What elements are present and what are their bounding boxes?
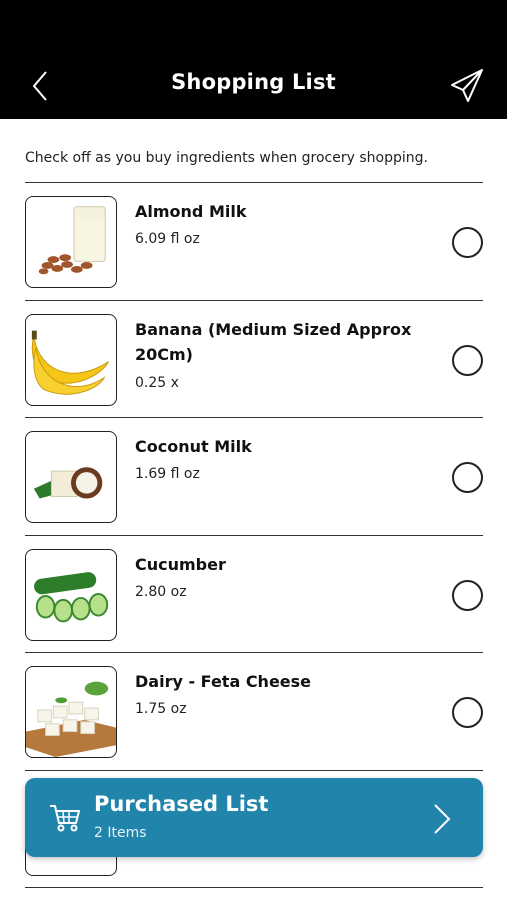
purchased-item-count: 2 Items [94,825,147,841]
item-name: Dairy - Feta Cheese [135,672,312,691]
list-item: Almond Milk 6.09 fl oz [25,182,483,300]
item-quantity: 1.69 fl oz [135,466,200,482]
item-name: Almond Milk [135,202,247,221]
purchased-list-button[interactable]: Purchased List 2 Items [25,778,483,857]
item-checkbox[interactable] [452,227,483,258]
page-title: Shopping List [171,70,336,94]
paper-plane-icon [451,69,483,102]
coconut-milk-image [25,431,117,523]
cucumber-image [25,548,117,641]
item-quantity: 0.25 x [135,374,179,391]
item-name: Coconut Milk [135,437,252,456]
shopping-cart-icon [50,805,80,832]
list-item: Cucumber 2.80 oz [25,534,483,653]
list-item: Banana (Medium Sized Approx 20Cm) 0.25 x [25,299,483,418]
list-item: Dairy - Feta Cheese 1.75 oz [25,652,483,770]
list-item: Coconut Milk 1.69 fl oz [25,417,483,535]
item-checkbox[interactable] [452,344,483,376]
list-divider [25,887,483,888]
purchased-list-title: Purchased List [94,792,269,816]
share-button[interactable] [448,66,488,106]
item-checkbox[interactable] [452,697,483,728]
item-checkbox[interactable] [452,579,483,611]
item-name: Cucumber [135,554,226,574]
item-quantity: 6.09 fl oz [135,231,200,247]
instructions-text: Check off as you buy ingredients when gr… [25,150,428,166]
item-quantity: 1.75 oz [135,701,187,717]
feta-cheese-image [25,666,117,758]
chevron-right-icon [434,804,451,834]
item-checkbox[interactable] [452,462,483,493]
app-header: Shopping List [0,0,507,119]
item-quantity: 2.80 oz [135,583,187,600]
item-name: Banana (Medium Sized Approx 20Cm) [135,319,412,364]
banana-image [25,313,117,406]
almond-milk-image [25,196,117,288]
